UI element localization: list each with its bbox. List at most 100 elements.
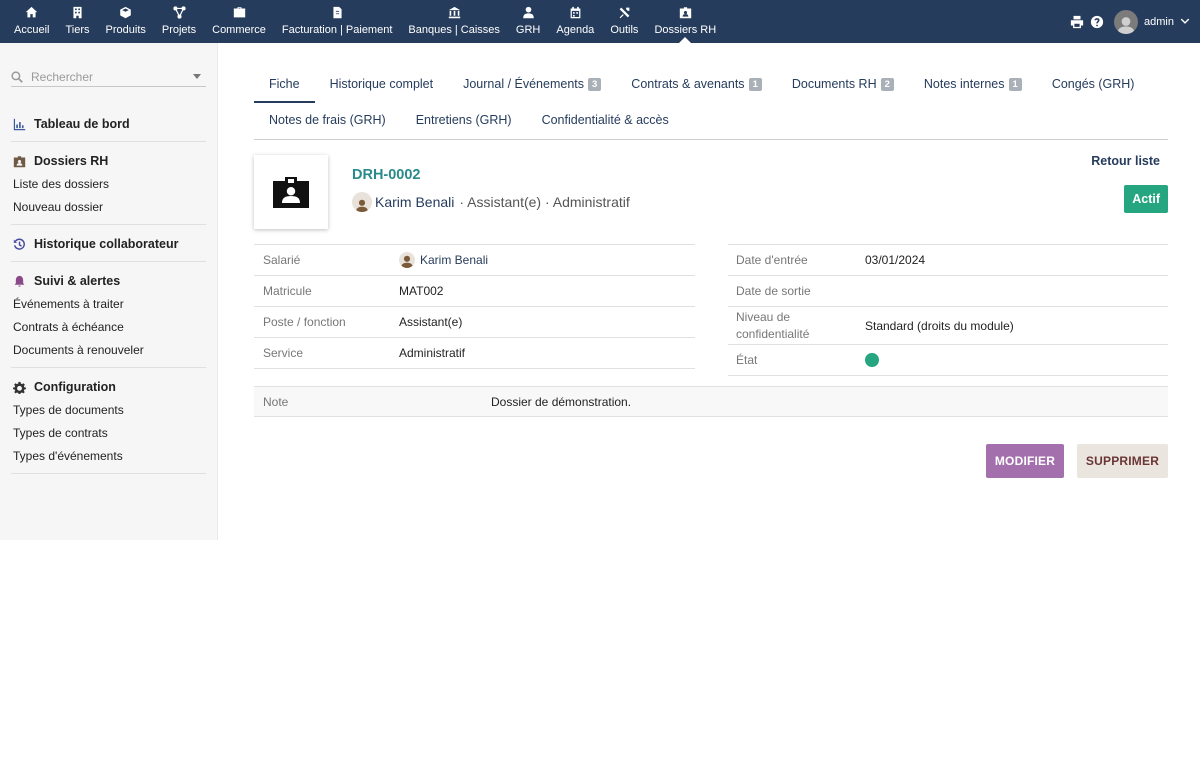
- employee-link[interactable]: Karim Benali: [420, 253, 488, 267]
- tab-historique-complet[interactable]: Historique complet: [315, 77, 449, 103]
- user-avatar[interactable]: [1114, 9, 1139, 34]
- tab-label: Notes internes: [923, 77, 1005, 91]
- fields-left: Salarié Karim Benali Matricule MAT002 Po…: [254, 244, 695, 369]
- sidebar-link-types-evenements[interactable]: Types d'événements: [11, 449, 206, 463]
- topmenu-banques-label: Banques | Caisses: [408, 24, 500, 36]
- field-label: Poste / fonction: [263, 315, 346, 329]
- sidebar-item-dashboard[interactable]: Tableau de bord: [11, 117, 206, 131]
- tab-fiche[interactable]: Fiche: [254, 77, 315, 103]
- sidebar-item-historique[interactable]: Historique collaborateur: [11, 237, 206, 251]
- sidebar-section-suivi: Suivi & alertes Événements à traiter Con…: [11, 262, 206, 368]
- field-value: Standard (droits du module): [865, 318, 1014, 333]
- field-row-date-entree: Date d'entrée 03/01/2024: [728, 245, 1168, 276]
- sidebar-link-evenements[interactable]: Événements à traiter: [11, 297, 206, 311]
- topmenu-tiers-label: Tiers: [65, 24, 90, 36]
- field-label: Date d'entrée: [736, 252, 808, 267]
- tab-notes-frais[interactable]: Notes de frais (GRH): [254, 113, 401, 139]
- tab-documents-rh[interactable]: Documents RH 2: [777, 77, 909, 103]
- bank-icon: [448, 6, 460, 19]
- sidebar-link-contrats-echeance[interactable]: Contrats à échéance: [11, 320, 206, 334]
- back-to-list-link[interactable]: Retour liste: [1091, 154, 1160, 168]
- tab-label: Fiche: [269, 77, 300, 91]
- field-label: Niveau de confidentialité: [736, 309, 810, 341]
- topmenu-agenda[interactable]: Agenda: [548, 0, 602, 43]
- field-row-etat: État: [728, 345, 1168, 376]
- search-input[interactable]: [31, 69, 193, 84]
- field-value: Karim Benali: [399, 252, 488, 268]
- chevron-down-icon[interactable]: [1180, 13, 1190, 31]
- topmenu-projets[interactable]: Projets: [154, 0, 204, 43]
- employee-avatar: [352, 192, 372, 212]
- tab-label: Notes de frais (GRH): [269, 113, 386, 127]
- employee-link[interactable]: Karim Benali: [375, 194, 454, 210]
- fields-right: Date d'entrée 03/01/2024 Date de sortie …: [728, 244, 1168, 376]
- topmenu-commerce[interactable]: Commerce: [204, 0, 274, 43]
- topmenu-produits[interactable]: Produits: [98, 0, 154, 43]
- count-badge: 3: [588, 77, 602, 91]
- print-icon[interactable]: [1070, 15, 1084, 29]
- help-icon[interactable]: [1090, 15, 1104, 29]
- field-label: Service: [263, 346, 304, 360]
- topmenu-outils-label: Outils: [610, 24, 639, 36]
- sidebar-link-documents-renouveler[interactable]: Documents à renouveler: [11, 343, 206, 357]
- topmenu-produits-label: Produits: [105, 24, 146, 36]
- record-actions: MODIFIER SUPPRIMER: [254, 444, 1168, 504]
- project-icon: [172, 6, 186, 19]
- sidebar-link-types-contrats[interactable]: Types de contrats: [11, 426, 206, 440]
- tools-icon: [619, 7, 630, 19]
- sidebar-item-configuration[interactable]: Configuration: [11, 380, 206, 394]
- tab-notes-internes[interactable]: Notes internes 1: [909, 77, 1037, 103]
- field-row-matricule: Matricule MAT002: [254, 276, 695, 307]
- history-icon: [13, 238, 25, 250]
- tab-journal-evenements[interactable]: Journal / Événements 3: [448, 77, 616, 103]
- topmenu-dossiers-rh[interactable]: Dossiers RH: [646, 0, 724, 43]
- field-value: MAT002: [399, 284, 444, 298]
- sidebar-link-liste-dossiers[interactable]: Liste des dossiers: [11, 177, 206, 191]
- calendar-icon: [570, 6, 581, 19]
- topmenu-home-label: Accueil: [14, 24, 50, 36]
- id-badge-icon: [273, 177, 309, 208]
- sidebar-item-dossiers-rh[interactable]: Dossiers RH: [11, 154, 206, 168]
- tab-contrats-avenants[interactable]: Contrats & avenants 1: [616, 77, 777, 103]
- id-badge-icon: [679, 7, 691, 19]
- field-value: Assistant(e): [399, 315, 463, 329]
- field-value: Dossier de démonstration.: [491, 394, 632, 409]
- field-row-confidentialite: Niveau de confidentialité Standard (droi…: [728, 307, 1168, 345]
- sidebar-item-label: Suivi & alertes: [34, 274, 121, 288]
- topmenu-dossiers-rh-label: Dossiers RH: [654, 24, 717, 36]
- user-icon: [522, 6, 534, 19]
- topmenu-agenda-label: Agenda: [556, 24, 595, 36]
- tab-conges[interactable]: Congés (GRH): [1037, 77, 1150, 103]
- topmenu-banques[interactable]: Banques | Caisses: [400, 0, 508, 43]
- tab-confidentialite[interactable]: Confidentialité & accès: [527, 113, 684, 139]
- field-label: Salarié: [263, 253, 301, 267]
- delete-button[interactable]: SUPPRIMER: [1077, 444, 1168, 478]
- sidebar-link-types-documents[interactable]: Types de documents: [11, 403, 206, 417]
- search-icon: [11, 70, 23, 83]
- sidebar-item-label: Dossiers RH: [34, 154, 109, 168]
- top-navbar: Accueil Tiers Produits Projets Commerce …: [0, 0, 1200, 43]
- modify-button[interactable]: MODIFIER: [986, 444, 1064, 478]
- tab-label: Confidentialité & accès: [541, 113, 669, 127]
- sidebar-section-historique: Historique collaborateur: [11, 225, 206, 262]
- sidebar-item-suivi-alertes[interactable]: Suivi & alertes: [11, 274, 206, 288]
- sidebar-link-nouveau-dossier[interactable]: Nouveau dossier: [11, 200, 206, 214]
- topmenu-grh[interactable]: GRH: [508, 0, 548, 43]
- home-icon: [26, 6, 38, 18]
- field-row-service: Service Administratif: [254, 338, 695, 369]
- search-dropdown-icon[interactable]: [193, 74, 201, 79]
- user-name[interactable]: admin: [1144, 16, 1174, 28]
- topmenu-commerce-label: Commerce: [212, 24, 266, 36]
- cube-icon: [120, 6, 131, 19]
- sidebar: Tableau de bord Dossiers RH Liste des do…: [0, 43, 218, 540]
- topmenu-facturation[interactable]: Facturation | Paiement: [274, 0, 400, 43]
- topmenu-outils[interactable]: Outils: [602, 0, 646, 43]
- field-row-poste: Poste / fonction Assistant(e): [254, 307, 695, 338]
- bell-icon: [14, 275, 25, 287]
- tab-entretiens[interactable]: Entretiens (GRH): [401, 113, 527, 139]
- field-label: État: [736, 352, 758, 367]
- topmenu-tiers[interactable]: Tiers: [57, 0, 97, 43]
- topmenu-home[interactable]: Accueil: [6, 0, 57, 43]
- topmenu-grh-label: GRH: [515, 24, 541, 36]
- sidebar-section-dossiers: Dossiers RH Liste des dossiers Nouveau d…: [11, 142, 206, 225]
